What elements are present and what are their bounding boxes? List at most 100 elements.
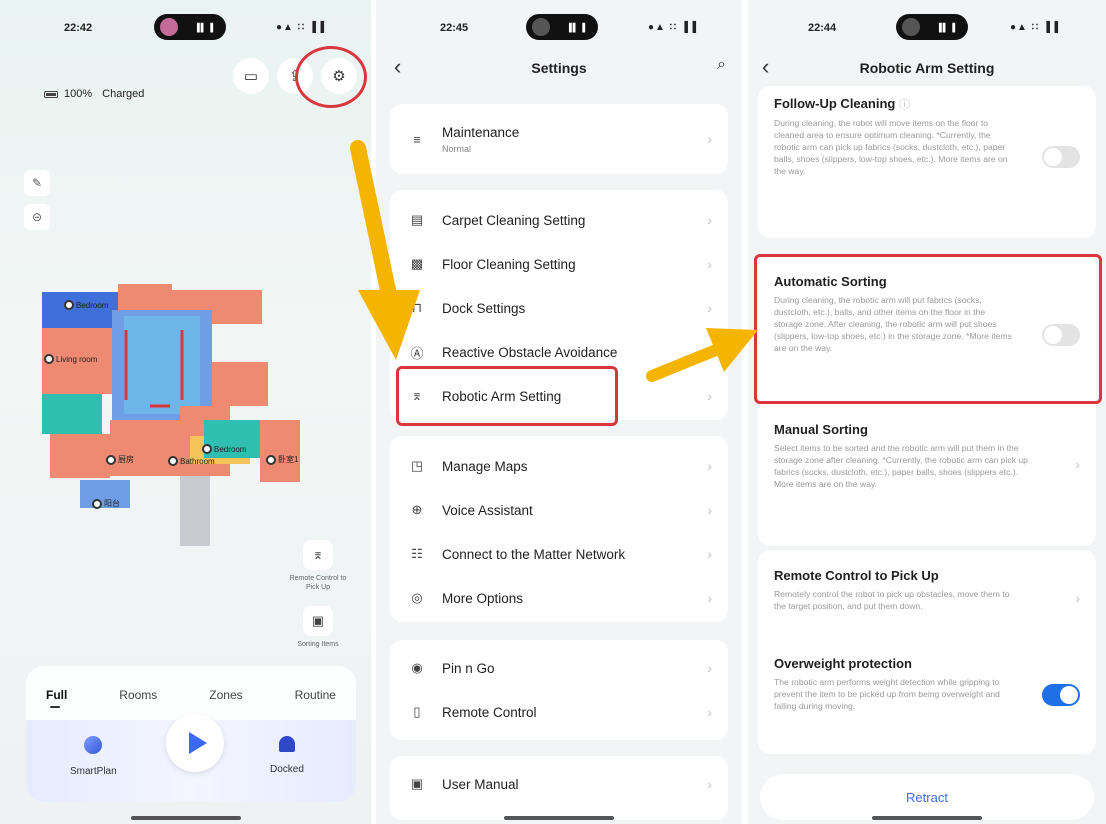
chevron-right-icon: › — [707, 458, 712, 474]
more-icon: ◎ — [411, 590, 423, 605]
search-icon[interactable]: ⌕ — [717, 56, 726, 74]
manual-sorting-title: Manual Sorting — [774, 422, 868, 437]
room-label[interactable]: Living room — [44, 354, 97, 364]
floor-icon: ▩ — [410, 256, 424, 271]
system-icons: ●▲ ∷ ▐▐ — [1010, 22, 1060, 33]
remote-pickup-desc: Remotely control the robot to pick up ob… — [774, 589, 1010, 611]
room-label[interactable]: Bedroom — [64, 300, 108, 310]
battery-charge-status: Charged — [102, 88, 145, 100]
chevron-right-icon: › — [707, 502, 712, 518]
tab-zones[interactable]: Zones — [209, 688, 242, 702]
settings-item-label: Manage Maps — [442, 458, 528, 474]
smartplan-icon — [84, 736, 103, 754]
chevron-right-icon: › — [707, 704, 712, 720]
app-avatar-icon — [902, 18, 920, 36]
pin-icon: ◉ — [411, 660, 423, 675]
settings-item-user-manual[interactable]: ▣ User Manual › — [390, 762, 728, 806]
chevron-right-icon: › — [1075, 590, 1080, 606]
settings-item-remote-control[interactable]: ▯ Remote Control › — [390, 690, 728, 734]
settings-item-label: Remote Control — [442, 704, 537, 720]
smartplan-label: SmartPlan — [70, 766, 117, 777]
settings-item-voice[interactable]: ⊕ Voice Assistant › — [390, 488, 728, 532]
battery-percent: 100% — [64, 88, 93, 100]
phone-map-screen: 22:42 ▐▌▐ ●▲ ∷ ▐▐ ▭ ⇪ ⚙ 100% Charged ✎ ⊝ — [0, 0, 371, 824]
sorting-items-shortcut[interactable]: ▣ Sorting Items — [283, 606, 353, 649]
chevron-right-icon: › — [707, 344, 712, 360]
room-label[interactable]: Bathroom — [168, 456, 215, 466]
overweight-setting: Overweight protection The robotic arm pe… — [774, 656, 1080, 712]
follow-up-desc: During cleaning, the robot will move ite… — [774, 118, 1008, 176]
battery-icon — [44, 90, 58, 98]
manual-icon: ▣ — [410, 776, 424, 791]
robotic-arm-icon: ⌆ — [303, 540, 333, 570]
floor-map[interactable]: Bedroom Living room 厨房 Bedroom Bathroom … — [30, 270, 330, 550]
chevron-right-icon: › — [707, 590, 712, 606]
settings-item-matter[interactable]: ☷ Connect to the Matter Network › — [390, 532, 728, 576]
chevron-right-icon: › — [707, 212, 712, 228]
sorting-box-icon: ▣ — [303, 606, 333, 636]
docked-button[interactable]: Docked — [270, 736, 304, 775]
smartplan-button[interactable]: SmartPlan — [70, 736, 117, 777]
play-icon — [188, 732, 207, 754]
room-label[interactable]: 阳台 — [92, 498, 120, 509]
settings-item-maintenance[interactable]: ≡ Maintenance Normal › — [390, 110, 728, 168]
settings-item-dock[interactable]: ⊓ Dock Settings › — [390, 286, 728, 330]
settings-group-maintenance: ≡ Maintenance Normal › — [390, 104, 728, 174]
docked-label: Docked — [270, 764, 304, 775]
video-icon[interactable]: ▭ — [233, 58, 269, 94]
chevron-right-icon: › — [707, 131, 712, 147]
chevron-right-icon: › — [707, 660, 712, 676]
settings-group-general: ◳ Manage Maps › ⊕ Voice Assistant › ☷ Co… — [390, 436, 728, 622]
remote-pickup-setting[interactable]: Remote Control to Pick Up Remotely contr… — [774, 568, 1080, 612]
follow-up-title: Follow-Up Cleaning ⓘ — [774, 96, 910, 111]
settings-item-carpet[interactable]: ▤ Carpet Cleaning Setting › — [390, 198, 728, 242]
settings-item-more-options[interactable]: ◎ More Options › — [390, 576, 728, 620]
map-left-tools: ✎ ⊝ — [24, 170, 50, 230]
audio-bars-icon: ▐▌▐ — [935, 23, 956, 32]
start-cleaning-button[interactable] — [166, 714, 224, 772]
home-indicator — [130, 816, 241, 820]
settings-nav-bar: ‹ Settings ⌕ — [376, 54, 742, 82]
chevron-right-icon: › — [707, 300, 712, 316]
matter-icon: ☷ — [411, 546, 423, 561]
settings-item-floor[interactable]: ▩ Floor Cleaning Setting › — [390, 242, 728, 286]
phone-settings-screen: 22:45 ▐▌▐ ●▲ ∷ ▐▐ ‹ Settings ⌕ ≡ Mainten… — [376, 0, 742, 824]
control-card: Remote Control to Pick Up Remotely contr… — [758, 550, 1096, 754]
settings-item-label: Voice Assistant — [442, 502, 533, 518]
cleaning-control-card: Full Rooms Zones Routine SmartPlan Docke… — [26, 666, 356, 802]
room-label[interactable]: 厨房 — [106, 454, 134, 465]
room-label[interactable]: Bedroom — [202, 444, 246, 454]
chevron-right-icon: › — [707, 256, 712, 272]
tab-routine[interactable]: Routine — [295, 688, 336, 702]
map-edit-icon: ◳ — [410, 458, 424, 473]
layers-icon: ≡ — [413, 131, 421, 147]
remote-icon: ▯ — [413, 704, 421, 719]
audio-bars-icon: ▐▌▐ — [193, 23, 214, 32]
retract-button[interactable]: Retract — [760, 774, 1094, 820]
settings-item-label: Pin n Go — [442, 660, 495, 676]
follow-up-toggle[interactable] — [1042, 146, 1080, 168]
settings-item-pin-n-go[interactable]: ◉ Pin n Go › — [390, 646, 728, 690]
tab-rooms[interactable]: Rooms — [119, 688, 157, 702]
dynamic-island: ▐▌▐ — [526, 14, 598, 40]
remote-pickup-shortcut[interactable]: ⌆ Remote Control to Pick Up — [283, 540, 353, 592]
mode-tabs: Full Rooms Zones Routine — [46, 688, 336, 708]
app-avatar-icon — [160, 18, 178, 36]
status-time: 22:44 — [808, 22, 837, 34]
follow-up-setting: Follow-Up Cleaning ⓘ During cleaning, th… — [774, 96, 1080, 177]
room-label[interactable]: 卧室1 — [266, 454, 298, 465]
minus-circle-icon[interactable]: ⊝ — [24, 204, 50, 230]
chevron-right-icon: › — [707, 546, 712, 562]
pen-edit-icon[interactable]: ✎ — [24, 170, 50, 196]
tab-full[interactable]: Full — [46, 688, 67, 708]
settings-item-label: User Manual — [442, 776, 519, 792]
overweight-toggle[interactable] — [1042, 684, 1080, 706]
status-bar: 22:45 ▐▌▐ ●▲ ∷ ▐▐ — [376, 14, 742, 42]
settings-item-manage-maps[interactable]: ◳ Manage Maps › — [390, 444, 728, 488]
settings-highlight-ring — [295, 46, 367, 108]
manual-sorting-setting[interactable]: Manual Sorting Select items to be sorted… — [774, 422, 1080, 490]
voice-icon: ⊕ — [411, 502, 423, 517]
auto-sorting-highlight-box — [754, 254, 1102, 404]
home-indicator — [872, 816, 982, 820]
robotic-arm-nav-bar: ‹ Robotic Arm Setting — [748, 54, 1106, 82]
